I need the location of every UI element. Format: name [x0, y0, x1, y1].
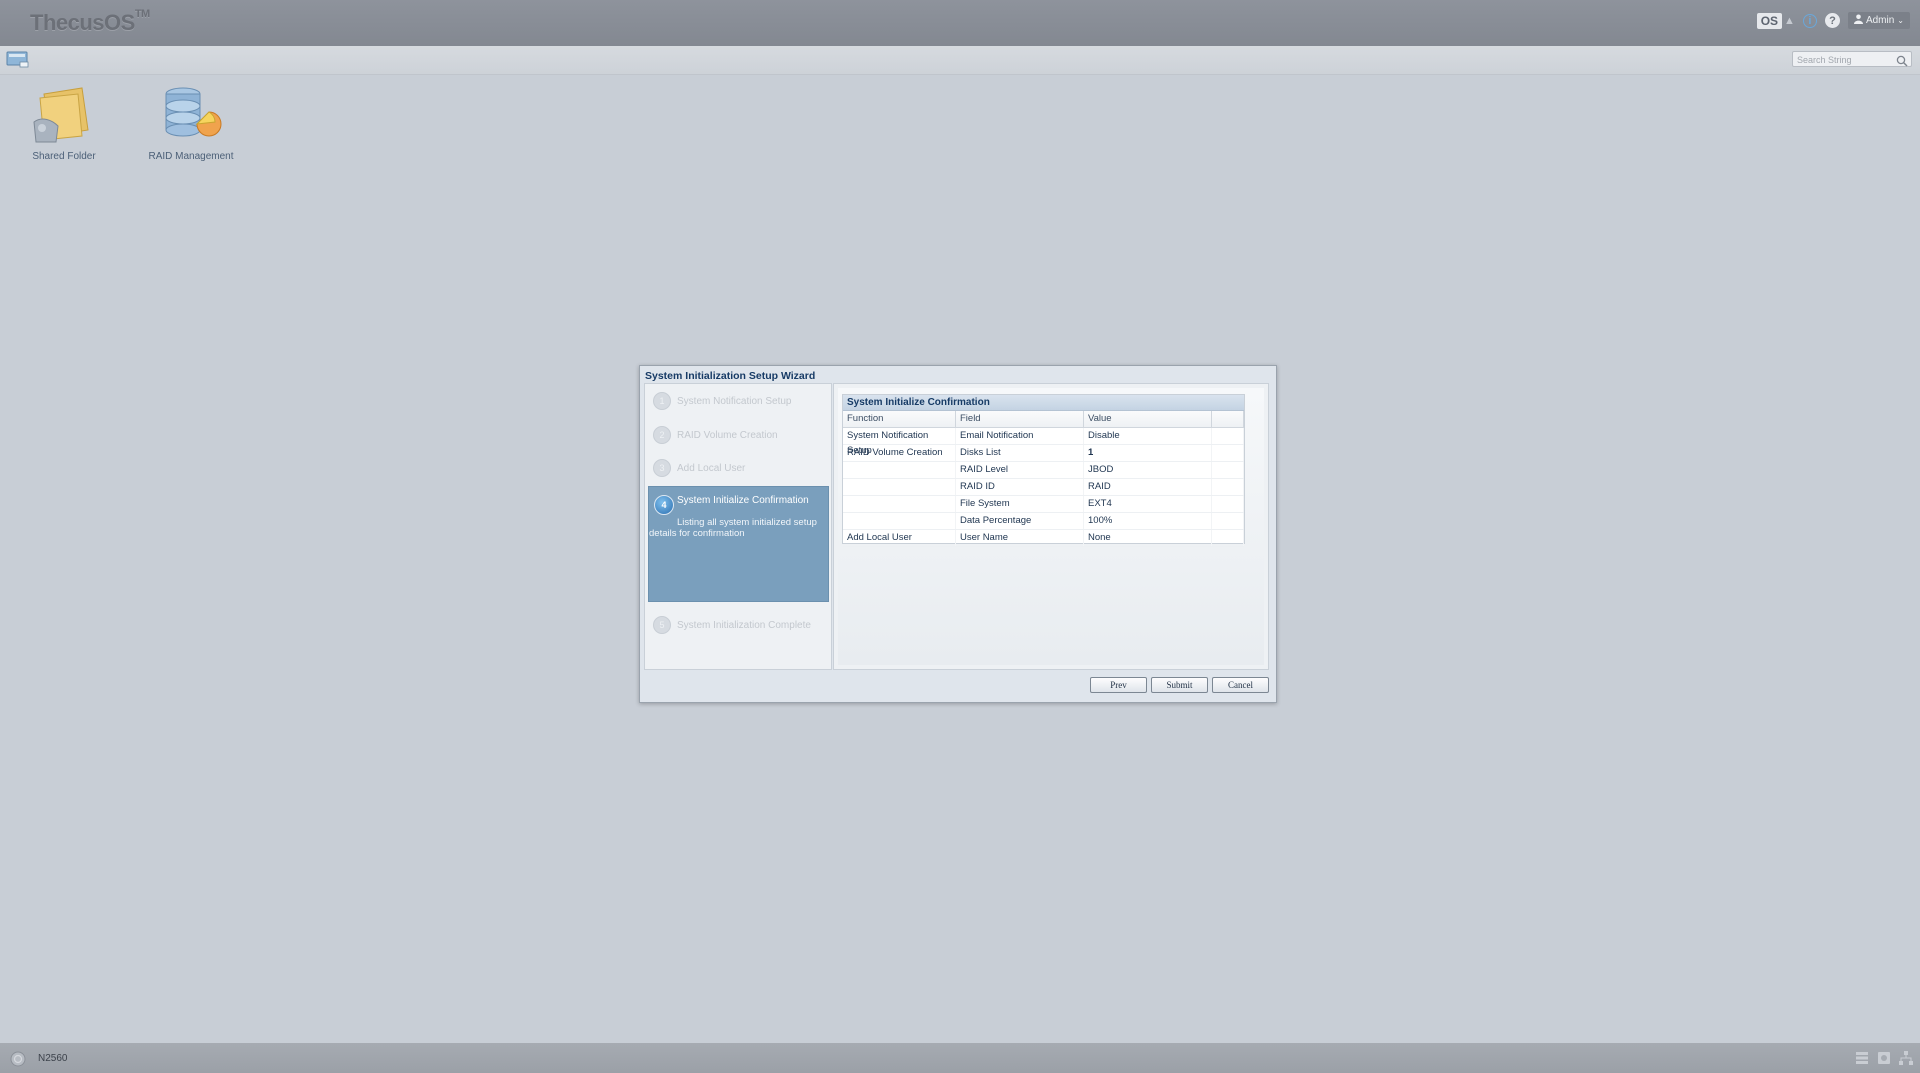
table-row[interactable]: RAID Level JBOD — [843, 462, 1244, 479]
step-raid-volume: 2 RAID Volume Creation — [653, 426, 778, 444]
storage-icon[interactable] — [1854, 1050, 1870, 1071]
cell-empty — [1212, 479, 1244, 495]
chevron-down-icon: ⌄ — [1897, 16, 1904, 25]
grid-title: System Initialize Confirmation — [843, 395, 1244, 411]
step-number: 1 — [653, 392, 671, 410]
wizard-content-panel: System Initialize Confirmation Function … — [833, 383, 1269, 670]
cell-field: File System — [956, 496, 1084, 512]
cell-field: Data Percentage — [956, 513, 1084, 529]
top-bar: ThecusOSTM OS ▲ i ? Admin ⌄ — [0, 0, 1920, 46]
column-header-field[interactable]: Field — [956, 411, 1084, 427]
cell-function — [843, 496, 956, 512]
confirmation-grid: System Initialize Confirmation Function … — [842, 394, 1245, 547]
cell-field: Email Notification — [956, 428, 1084, 444]
setup-wizard-dialog: System Initialization Setup Wizard 1 Sys… — [639, 365, 1277, 703]
cancel-button[interactable]: Cancel — [1212, 677, 1269, 693]
cell-value: 1 — [1084, 445, 1212, 461]
power-icon[interactable] — [10, 1051, 26, 1072]
help-icon[interactable]: ? — [1824, 13, 1840, 28]
step-label: System Notification Setup — [677, 395, 792, 407]
dialog-title: System Initialization Setup Wizard — [645, 370, 816, 382]
column-header-function[interactable]: Function — [843, 411, 956, 427]
cell-value: EXT4 — [1084, 496, 1212, 512]
cell-function: System Notification Setup — [843, 428, 956, 456]
cell-function: Add Local User — [843, 530, 956, 546]
search-input[interactable]: Search String — [1792, 51, 1912, 67]
user-icon — [1853, 14, 1863, 27]
device-name: N2560 — [38, 1053, 68, 1064]
column-header-value[interactable]: Value — [1084, 411, 1212, 427]
taskbar-tray — [1854, 1050, 1914, 1071]
cell-function — [843, 513, 956, 529]
cell-value: None — [1084, 530, 1212, 546]
desktop-switch-icon[interactable] — [6, 50, 30, 73]
submit-button[interactable]: Submit — [1151, 677, 1208, 693]
cell-empty — [1212, 530, 1244, 546]
user-menu[interactable]: Admin ⌄ — [1847, 12, 1910, 29]
cell-value: JBOD — [1084, 462, 1212, 478]
cell-empty — [1212, 462, 1244, 478]
shared-folder-shortcut[interactable]: Shared Folder — [14, 86, 114, 162]
step-add-local-user: 3 Add Local User — [653, 459, 745, 477]
cell-empty — [1212, 428, 1244, 444]
table-row[interactable]: RAID Volume Creation Disks List 1 — [843, 445, 1244, 462]
cell-field: RAID ID — [956, 479, 1084, 495]
user-name: Admin — [1865, 15, 1895, 26]
step-system-notification: 1 System Notification Setup — [653, 392, 792, 410]
column-header-empty — [1212, 411, 1244, 427]
cell-field: User Name — [956, 530, 1084, 546]
table-row[interactable]: File System EXT4 — [843, 496, 1244, 513]
content-area: System Initialize Confirmation Function … — [838, 388, 1264, 665]
cell-function — [843, 462, 956, 478]
cell-value: Disable — [1084, 428, 1212, 444]
cell-empty — [1212, 513, 1244, 529]
step-complete: 5 System Initialization Complete — [653, 616, 811, 634]
taskbar: N2560 — [0, 1043, 1920, 1073]
search-icon[interactable] — [1896, 54, 1908, 72]
step-number: 2 — [653, 426, 671, 444]
step-number: 4 — [654, 495, 674, 515]
info-icon[interactable]: i — [1802, 13, 1817, 28]
step-label: RAID Volume Creation — [677, 429, 778, 441]
cell-empty — [1212, 496, 1244, 512]
table-row[interactable]: Add Local User User Name None — [843, 530, 1244, 547]
step-label: Add Local User — [677, 462, 746, 474]
app-logo: ThecusOSTM — [30, 8, 150, 35]
step-number: 3 — [653, 459, 671, 477]
cell-function — [843, 479, 956, 495]
step-label: System Initialization Complete — [677, 619, 811, 631]
folder-icon — [32, 87, 96, 148]
step-confirmation-active: 4 System Initialize Confirmation Listing… — [648, 486, 829, 602]
network-icon[interactable] — [1898, 1050, 1914, 1071]
os-switch-button[interactable]: OS — [1756, 12, 1783, 29]
step-number: 5 — [653, 616, 671, 634]
raid-management-shortcut[interactable]: RAID Management — [141, 86, 241, 162]
table-row[interactable]: Data Percentage 100% — [843, 513, 1244, 530]
disk-icon[interactable] — [1876, 1050, 1892, 1071]
cell-field: RAID Level — [956, 462, 1084, 478]
prev-button[interactable]: Prev — [1090, 677, 1147, 693]
cell-value: 100% — [1084, 513, 1212, 529]
arrow-up-icon: ▲ — [1784, 14, 1795, 27]
wizard-steps-panel: 1 System Notification Setup 2 RAID Volum… — [644, 383, 832, 670]
shared-folder-label: Shared Folder — [32, 151, 96, 162]
grid-header: Function Field Value — [843, 411, 1244, 428]
database-icon — [159, 87, 223, 148]
toolbar: Search String — [0, 46, 1920, 75]
cell-function: RAID Volume Creation — [843, 445, 956, 461]
step-description: Listing all system initialized setup det… — [649, 517, 817, 539]
step-label: System Initialize Confirmation — [677, 495, 809, 506]
table-row[interactable]: System Notification Setup Email Notifica… — [843, 428, 1244, 456]
cell-field: Disks List — [956, 445, 1084, 461]
cell-empty — [1212, 445, 1244, 461]
raid-management-label: RAID Management — [148, 151, 234, 162]
top-right-controls: OS ▲ i ? Admin ⌄ — [1756, 12, 1910, 29]
cell-value: RAID — [1084, 479, 1212, 495]
table-row[interactable]: RAID ID RAID — [843, 479, 1244, 496]
